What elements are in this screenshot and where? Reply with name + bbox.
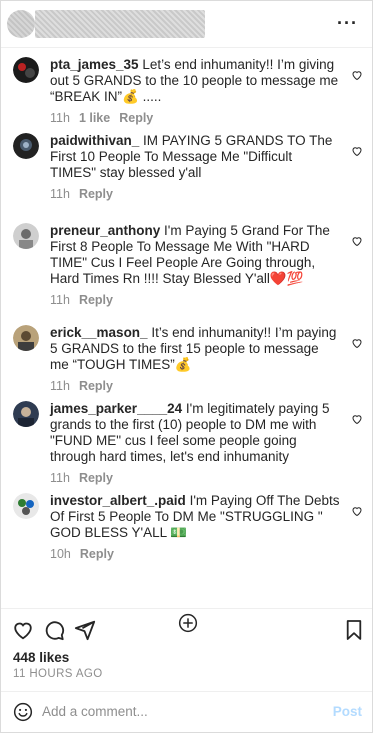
author-avatar-redacted[interactable] <box>7 10 35 38</box>
add-comment-bar: Add a comment... Post <box>1 691 372 734</box>
reply-button[interactable]: Reply <box>79 187 113 201</box>
commenter-avatar[interactable] <box>13 325 39 351</box>
post-actions: 448 likes 11 HOURS AGO Add a comment... … <box>1 608 372 733</box>
comment-time[interactable]: 11h <box>50 379 70 393</box>
post-timestamp[interactable]: 11 HOURS AGO <box>13 668 103 680</box>
comment-username[interactable]: james_parker____24 <box>50 401 182 416</box>
reply-button[interactable]: Reply <box>79 471 113 485</box>
comment-input[interactable]: Add a comment... <box>42 704 148 719</box>
comments-list: pta_james_35 Let’s end inhumanity!! I’m … <box>1 47 372 633</box>
like-comment-heart-icon[interactable] <box>351 69 363 81</box>
comment-time[interactable]: 11h <box>50 471 70 485</box>
comment-likes[interactable]: 1 like <box>79 111 110 125</box>
comment-username[interactable]: pta_james_35 <box>50 57 139 72</box>
reply-button[interactable]: Reply <box>119 111 153 125</box>
share-icon[interactable] <box>74 619 96 641</box>
bookmark-icon[interactable] <box>345 619 363 641</box>
comment-username[interactable]: paidwithivan_ <box>50 133 139 148</box>
comment-username[interactable]: investor_albert_.paid <box>50 493 186 508</box>
author-name-redacted[interactable] <box>35 10 205 38</box>
comment-time[interactable]: 10h <box>50 547 71 561</box>
commenter-avatar[interactable] <box>13 401 39 427</box>
comment-username[interactable]: preneur_anthony <box>50 223 160 238</box>
heart-icon[interactable] <box>12 619 34 641</box>
more-options-icon[interactable]: ··· <box>337 14 358 32</box>
reply-button[interactable]: Reply <box>79 379 113 393</box>
like-comment-heart-icon[interactable] <box>351 145 363 157</box>
comment-icon[interactable] <box>43 619 65 641</box>
post-header: ··· <box>1 1 372 48</box>
like-comment-heart-icon[interactable] <box>351 235 363 247</box>
comment-username[interactable]: erick__mason_ <box>50 325 148 340</box>
post-panel: ··· pta_james_35 Let’s end inhumanity!! … <box>0 0 373 733</box>
comment-time[interactable]: 11h <box>50 187 70 201</box>
comment-time[interactable]: 11h <box>50 293 70 307</box>
reply-button[interactable]: Reply <box>80 547 114 561</box>
commenter-avatar[interactable] <box>13 493 39 519</box>
like-comment-heart-icon[interactable] <box>351 413 363 425</box>
commenter-avatar[interactable] <box>13 223 39 249</box>
commenter-avatar[interactable] <box>13 133 39 159</box>
commenter-avatar[interactable] <box>13 57 39 83</box>
reply-button[interactable]: Reply <box>79 293 113 307</box>
comment-time[interactable]: 11h <box>50 111 70 125</box>
like-comment-heart-icon[interactable] <box>351 505 363 517</box>
post-comment-button[interactable]: Post <box>333 704 362 719</box>
likes-count[interactable]: 448 likes <box>13 650 69 665</box>
emoji-icon[interactable] <box>13 702 33 722</box>
like-comment-heart-icon[interactable] <box>351 337 363 349</box>
